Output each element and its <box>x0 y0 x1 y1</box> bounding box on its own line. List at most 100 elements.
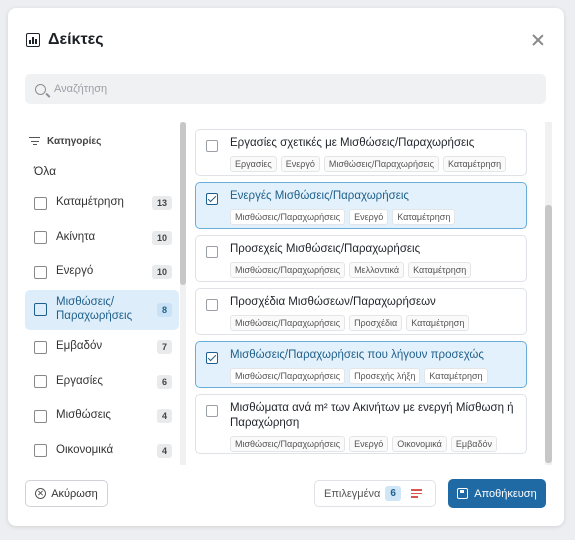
building-icon <box>34 231 47 244</box>
indicator-item[interactable]: Μισθώσεις/Παραχωρήσεις που λήγουν προσεχ… <box>195 341 527 388</box>
clear-selection-icon[interactable] <box>410 489 422 498</box>
sidebar-item-7[interactable]: Οικονομικά 4 <box>25 434 179 463</box>
count-badge: 10 <box>151 265 172 279</box>
cancel-button[interactable]: Ακύρωση <box>25 480 108 507</box>
tag: Μισθώσεις/Παραχωρήσεις <box>323 156 439 172</box>
key-icon <box>34 409 47 423</box>
search-field[interactable] <box>25 74 546 104</box>
list-scrollbar[interactable] <box>545 122 552 465</box>
sidebar-item-label: Μισθώσεις/ Παραχωρήσεις <box>56 295 133 322</box>
count-badge: 6 <box>156 374 172 389</box>
tag: Μισθώσεις/Παραχωρήσεις <box>230 436 346 452</box>
tag: Μελλοντικά <box>349 262 405 278</box>
indicator-list: Εργασίες σχετικές με Μισθώσεις/Παραχωρήσ… <box>193 122 531 465</box>
sidebar-scrollbar[interactable] <box>180 122 186 465</box>
sidebar-item-label: Ακίνητα <box>56 230 96 243</box>
sidebar-item-5[interactable]: Εργασίες 6 <box>25 365 179 399</box>
sidebar-item-1[interactable]: Ακίνητα 10 <box>25 221 179 255</box>
indicator-name: Εργασίες σχετικές με Μισθώσεις/Παραχωρήσ… <box>230 137 475 149</box>
checkbox[interactable] <box>206 352 218 364</box>
indicator-item[interactable]: Προσχέδια Μισθώσεων/Παραχωρήσεων Μισθώσει… <box>195 288 527 335</box>
tag: Προσχέδια <box>349 315 403 331</box>
indicator-item[interactable]: Προσεχείς Μισθώσεις/Παραχωρήσεις Μισθώσει… <box>195 235 527 282</box>
tag-list: Εργασίες Ενεργό Μισθώσεις/Παραχωρήσεις Κατα… <box>230 156 516 172</box>
sidebar-item-3[interactable]: Μισθώσεις/ Παραχωρήσεις 8 <box>25 289 179 330</box>
tag: Μισθώσεις/Παραχωρήσεις <box>230 209 346 225</box>
tag: Εργασίες <box>230 156 277 172</box>
indicator-item[interactable]: Μισθώματα ανά m² των Ακινήτων με ενεργή … <box>195 394 527 454</box>
close-icon[interactable] <box>530 32 546 48</box>
euro-icon <box>34 444 47 457</box>
selected-count-badge: 6 <box>385 486 401 501</box>
indicators-dialog: Δείκτες Κατηγορίες Όλα Καταμέτρηση 13 Ακίν… <box>8 8 564 526</box>
tag: Καταμέτρηση <box>408 262 472 278</box>
tag: Εμβαδόν <box>450 436 497 452</box>
checklist-icon <box>34 375 47 388</box>
chart-icon <box>26 33 40 47</box>
play-icon <box>34 265 47 279</box>
tag: Καταμέτρηση <box>392 209 456 225</box>
dialog-title: Δείκτες <box>48 31 104 48</box>
tag-list: Μισθώσεις/Παραχωρήσεις Προσχέδια Καταμέτρη… <box>230 315 516 331</box>
key-icon <box>34 303 47 316</box>
category-all[interactable]: Όλα <box>25 156 179 186</box>
selected-label: Επιλεγμένα <box>324 487 381 500</box>
tag: Ενεργό <box>349 436 389 452</box>
list-icon <box>34 196 47 210</box>
indicator-name: Προσεχείς Μισθώσεις/Παραχωρήσεις <box>230 243 421 255</box>
count-badge: 13 <box>151 196 172 210</box>
tag: Μισθώσεις/Παραχωρήσεις <box>230 262 346 278</box>
sidebar-item-label: Καταμέτρηση <box>56 196 124 209</box>
sidebar-scroll-thumb[interactable] <box>180 122 186 285</box>
indicator-name: Μισθώσεις/Παραχωρήσεις που λήγουν προσεχ… <box>230 349 484 361</box>
sidebar-item-label: Ενεργό <box>56 265 94 278</box>
indicator-name: Μισθώματα ανά m² των Ακινήτων με ενεργή … <box>230 402 514 429</box>
sidebar-item-6[interactable]: Μισθώσεις 4 <box>25 399 179 433</box>
count-badge: 7 <box>156 340 172 354</box>
checkbox[interactable] <box>206 193 218 205</box>
tag-list: Μισθώσεις/Παραχωρήσεις Ενεργό Καταμέτρηση <box>230 209 516 225</box>
sidebar-item-4[interactable]: Εμβαδόν 7 <box>25 330 179 364</box>
tag: Ενεργό <box>280 156 320 172</box>
count-badge: 8 <box>156 302 172 317</box>
sidebar-item-label: Οικονομικά <box>56 443 114 456</box>
tag: Καταμέτρηση <box>442 156 507 172</box>
tag: Καταμέτρηση <box>406 315 470 331</box>
tag: Ενεργό <box>349 209 389 225</box>
tag: Καταμέτρηση <box>424 368 488 384</box>
save-label: Αποθήκευση <box>474 487 537 500</box>
category-header: Κατηγορίες <box>25 126 179 156</box>
count-badge: 4 <box>156 443 172 458</box>
save-button[interactable]: Αποθήκευση <box>448 479 546 508</box>
dialog-footer: Ακύρωση Επιλεγμένα 6 Αποθήκευση <box>8 468 564 526</box>
tag-list: Μισθώσεις/Παραχωρήσεις Μελλοντικά Καταμέτρ… <box>230 262 516 278</box>
checkbox[interactable] <box>206 405 218 417</box>
indicator-item[interactable]: Εργασίες σχετικές με Μισθώσεις/Παραχωρήσ… <box>195 129 527 176</box>
sidebar-item-label: Εργασίες <box>56 374 103 387</box>
selected-indicator: Επιλεγμένα 6 <box>314 480 436 507</box>
indicator-item[interactable]: Ενεργές Μισθώσεις/Παραχωρήσεις Μισθώσεις/… <box>195 182 527 229</box>
tag: Οικονομικά <box>392 436 447 452</box>
area-icon <box>34 340 47 354</box>
indicator-name: Ενεργές Μισθώσεις/Παραχωρήσεις <box>230 190 409 202</box>
cancel-label: Ακύρωση <box>51 487 98 500</box>
tag: Μισθώσεις/Παραχωρήσεις <box>230 315 346 331</box>
checkbox[interactable] <box>206 299 218 311</box>
checkbox[interactable] <box>206 246 218 258</box>
sidebar-item-0[interactable]: Καταμέτρηση 13 <box>25 186 179 220</box>
sidebar-item-label: Μισθώσεις <box>56 409 111 422</box>
list-scroll-thumb[interactable] <box>545 205 552 463</box>
save-icon <box>457 488 469 499</box>
category-sidebar: Κατηγορίες Όλα Καταμέτρηση 13 Ακίνητα 10 Ενε… <box>25 126 179 462</box>
tag-list: Μισθώσεις/Παραχωρήσεις Ενεργό Οικονομικά Εμ… <box>230 436 516 452</box>
dialog-header: Δείκτες <box>26 26 546 54</box>
filter-icon <box>29 137 40 146</box>
tag: Προσεχής λήξη <box>349 368 421 384</box>
search-input[interactable] <box>54 83 514 95</box>
search-icon <box>35 83 46 95</box>
sidebar-item-2[interactable]: Ενεργό 10 <box>25 255 179 289</box>
cancel-circle-icon <box>35 488 47 499</box>
checkbox[interactable] <box>206 140 218 152</box>
sidebar-item-label: Εμβαδόν <box>56 340 103 353</box>
indicator-name: Προσχέδια Μισθώσεων/Παραχωρήσεων <box>230 296 436 308</box>
